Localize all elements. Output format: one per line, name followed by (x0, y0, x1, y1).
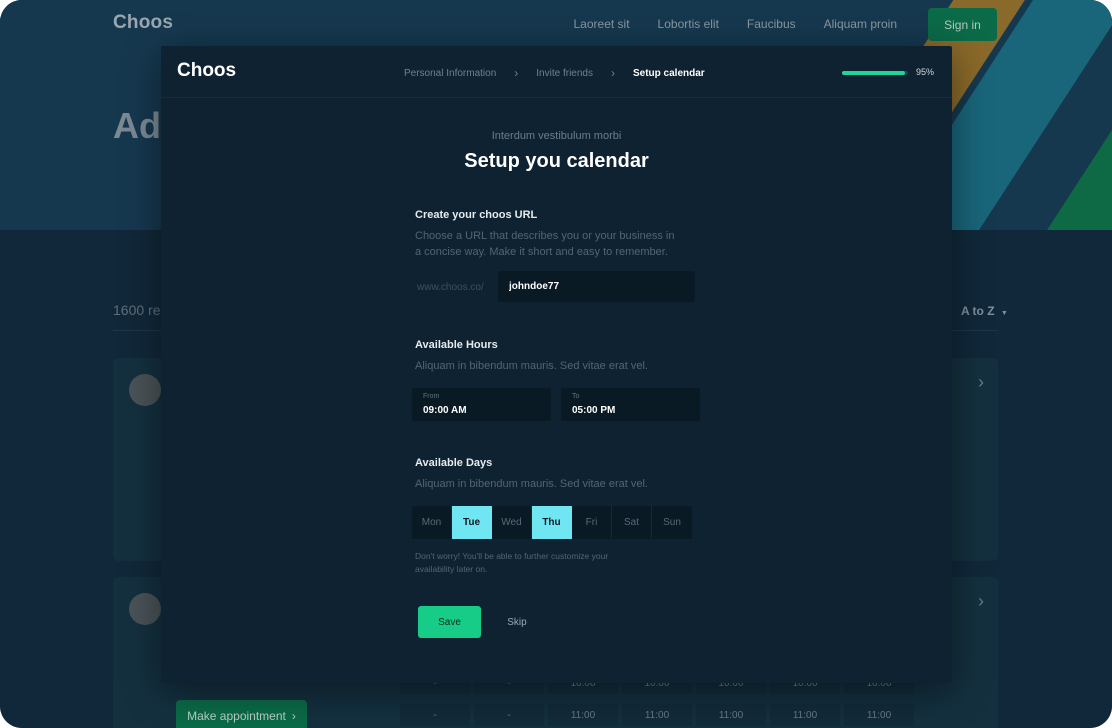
results-count: 1600 re (113, 302, 161, 318)
caret-down-icon: ▼ (1000, 310, 1008, 317)
time-slot[interactable]: 11:00 (548, 704, 618, 726)
day-selector: Mon Tue Wed Thu Fri Sat Sun (412, 506, 692, 539)
time-slot[interactable]: - (474, 704, 544, 726)
sort-dropdown[interactable]: A to Z ▼ (961, 304, 1008, 318)
to-time-field[interactable]: To 05:00 PM (561, 388, 700, 421)
chevron-right-icon: › (514, 66, 519, 80)
modal-logo: Choos (177, 60, 237, 81)
hours-section-description: Aliquam in bibendum mauris. Sed vitae er… (415, 360, 648, 372)
days-section-label: Available Days (415, 457, 493, 469)
time-slot[interactable]: - (400, 704, 470, 726)
nav-link-4[interactable]: Aliquam proin (824, 17, 897, 31)
save-button[interactable]: Save (418, 606, 481, 638)
from-time-label: From (423, 393, 440, 400)
modal-header: Choos Personal Information › Invite frie… (161, 46, 952, 98)
skip-button[interactable]: Skip (497, 606, 537, 638)
step-breadcrumb: Personal Information › Invite friends › … (404, 66, 705, 80)
nav-link-1[interactable]: Laoreet sit (574, 17, 630, 31)
nav-links: Laoreet sit Lobortis elit Faucibus Aliqu… (574, 17, 898, 31)
chevron-right-icon: › (610, 66, 615, 80)
time-slot-row: - - 11:00 11:00 11:00 11:00 11:00 (400, 704, 914, 726)
url-input[interactable] (498, 271, 695, 302)
url-prefix: www.choos.co/ (417, 282, 484, 293)
url-section-label: Create your choos URL (415, 209, 538, 221)
days-note: Don't worry! You'll be able to further c… (415, 551, 609, 574)
day-toggle-sat[interactable]: Sat (612, 506, 652, 539)
day-toggle-sun[interactable]: Sun (652, 506, 692, 539)
progress-bar (842, 71, 908, 75)
day-toggle-tue[interactable]: Tue (452, 506, 492, 539)
to-time-value: 05:00 PM (572, 405, 616, 416)
avatar (129, 374, 161, 406)
site-logo[interactable]: Choos (113, 12, 173, 34)
time-slot[interactable]: 11:00 (770, 704, 840, 726)
from-time-field[interactable]: From 09:00 AM (412, 388, 551, 421)
step-setup-calendar[interactable]: Setup calendar (633, 68, 705, 79)
day-toggle-fri[interactable]: Fri (572, 506, 612, 539)
nav-link-3[interactable]: Faucibus (747, 17, 796, 31)
sort-label: A to Z (961, 304, 995, 318)
make-appointment-button[interactable]: Make appointment › (176, 700, 307, 728)
url-section-description: Choose a URL that describes you or your … (415, 230, 675, 258)
step-personal-information[interactable]: Personal Information (404, 68, 496, 79)
sign-in-button[interactable]: Sign in (928, 8, 997, 41)
time-slot[interactable]: 11:00 (844, 704, 914, 726)
make-appointment-label: Make appointment (187, 709, 286, 723)
setup-calendar-modal: Choos Personal Information › Invite frie… (161, 46, 952, 683)
app-frame: Adi Choos Laoreet sit Lobortis elit Fauc… (0, 0, 1112, 728)
step-invite-friends[interactable]: Invite friends (536, 68, 593, 79)
time-slot[interactable]: 11:00 (622, 704, 692, 726)
modal-title: Setup you calendar (464, 150, 649, 172)
nav-link-2[interactable]: Lobortis elit (658, 17, 719, 31)
days-section-description: Aliquam in bibendum mauris. Sed vitae er… (415, 478, 648, 490)
chevron-right-icon: › (291, 709, 296, 723)
progress-label: 95% (916, 67, 935, 77)
chevron-right-icon[interactable]: › (978, 591, 984, 612)
top-nav: Choos Laoreet sit Lobortis elit Faucibus… (0, 0, 1112, 48)
avatar (129, 593, 161, 625)
day-toggle-mon[interactable]: Mon (412, 506, 452, 539)
to-time-label: To (572, 393, 580, 400)
chevron-right-icon[interactable]: › (978, 372, 984, 393)
modal-overline: Interdum vestibulum morbi (491, 130, 622, 142)
from-time-value: 09:00 AM (423, 405, 467, 416)
day-toggle-wed[interactable]: Wed (492, 506, 532, 539)
hours-section-label: Available Hours (415, 339, 498, 351)
day-toggle-thu[interactable]: Thu (532, 506, 572, 539)
time-slot[interactable]: 11:00 (696, 704, 766, 726)
progress-fill (842, 71, 905, 75)
